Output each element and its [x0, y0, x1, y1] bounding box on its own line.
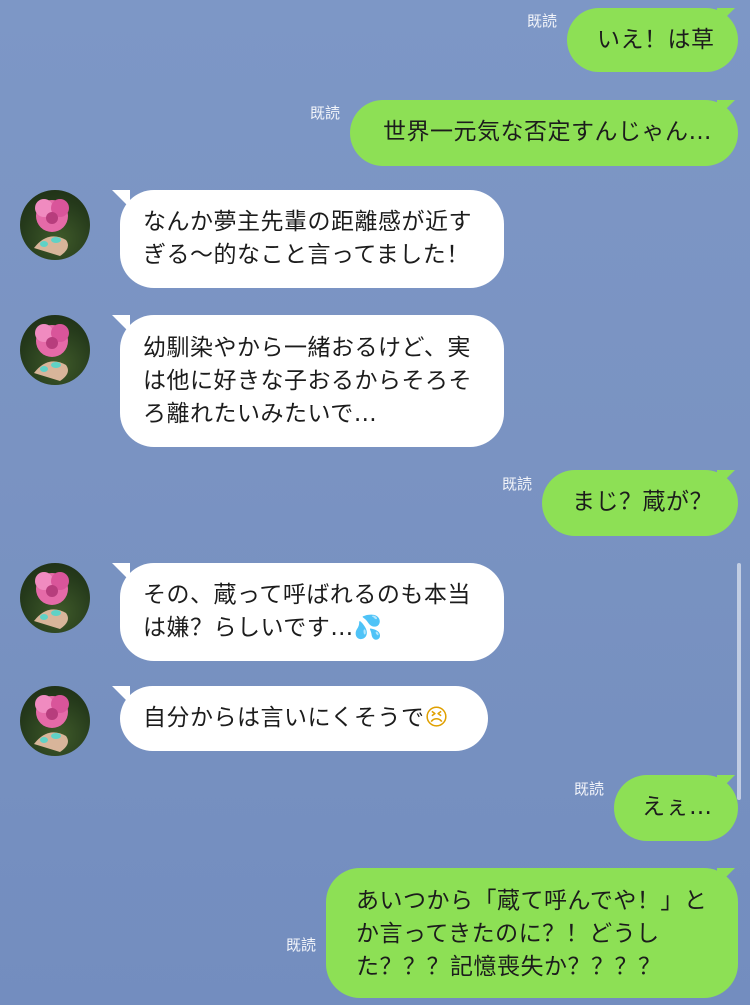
message-text: まじ？蔵が？ — [572, 489, 713, 515]
read-receipt: 既読 — [309, 104, 340, 122]
avatar[interactable] — [20, 315, 90, 385]
bubble-tail — [717, 100, 735, 118]
bubble-tail — [717, 8, 735, 26]
read-receipt: 既読 — [501, 475, 532, 493]
read-receipt: 既読 — [573, 780, 604, 798]
bubble-tail — [112, 563, 130, 581]
message-text: 世界一元気な否定すんじゃん… — [383, 119, 712, 145]
outgoing-message[interactable]: 世界一元気な否定すんじゃん… — [350, 100, 738, 166]
chat-area[interactable]: 既読 いえ！は草 既読 世界一元気な否定すんじゃん… なんか夢主先輩の距離感が近… — [0, 0, 750, 1005]
incoming-message[interactable]: なんか夢主先輩の距離感が近す ぎる〜的なこと言ってました！ — [112, 190, 504, 288]
flower-avatar-icon — [34, 695, 69, 752]
outgoing-message[interactable]: いえ！は草 — [567, 8, 738, 72]
scrollbar[interactable] — [737, 563, 741, 800]
incoming-message[interactable]: その、蔵って呼ばれるのも本当 は嫌？らしいです…💦 — [112, 563, 504, 661]
message-text: 自分からは言いにくそうで — [143, 705, 425, 731]
bubble-tail — [717, 470, 735, 488]
message-text: その、蔵って呼ばれるのも本当 は嫌？らしいです… — [143, 582, 471, 641]
incoming-message[interactable]: 自分からは言いにくそうで😣 — [112, 686, 488, 751]
bubble-tail — [717, 868, 735, 886]
avatar[interactable] — [20, 686, 90, 756]
bubble-tail — [112, 686, 130, 704]
read-receipt: 既読 — [526, 12, 557, 30]
message-text: あいつから「蔵て呼んでや！」と か言ってきたのに？！どうし た？？？記憶喪失か？… — [356, 888, 708, 980]
outgoing-message[interactable]: まじ？蔵が？ — [542, 470, 738, 536]
avatar[interactable] — [20, 190, 90, 260]
read-receipt: 既読 — [285, 936, 316, 954]
outgoing-message[interactable]: あいつから「蔵て呼んでや！」と か言ってきたのに？！どうし た？？？記憶喪失か？… — [326, 868, 738, 998]
sweat-drops-emoji: 💦 — [353, 615, 383, 641]
flower-avatar-icon — [34, 324, 69, 381]
bubble-tail — [112, 315, 130, 333]
message-text: えぇ… — [642, 794, 713, 820]
bubble-tail — [112, 190, 130, 208]
persevering-face-emoji: 😣 — [424, 705, 450, 731]
message-text: いえ！は草 — [597, 27, 715, 53]
message-text: なんか夢主先輩の距離感が近す ぎる〜的なこと言ってました！ — [143, 209, 472, 268]
bubble-tail — [717, 775, 735, 793]
flower-avatar-icon — [34, 572, 69, 629]
message-text: 幼馴染やから一緒おるけど、実 は他に好きな子おるからそろそ ろ離れたいみたいで… — [143, 335, 472, 427]
avatar[interactable] — [20, 563, 90, 633]
flower-avatar-icon — [34, 199, 69, 256]
incoming-message[interactable]: 幼馴染やから一緒おるけど、実 は他に好きな子おるからそろそ ろ離れたいみたいで… — [112, 315, 504, 447]
outgoing-message[interactable]: えぇ… — [614, 775, 738, 841]
